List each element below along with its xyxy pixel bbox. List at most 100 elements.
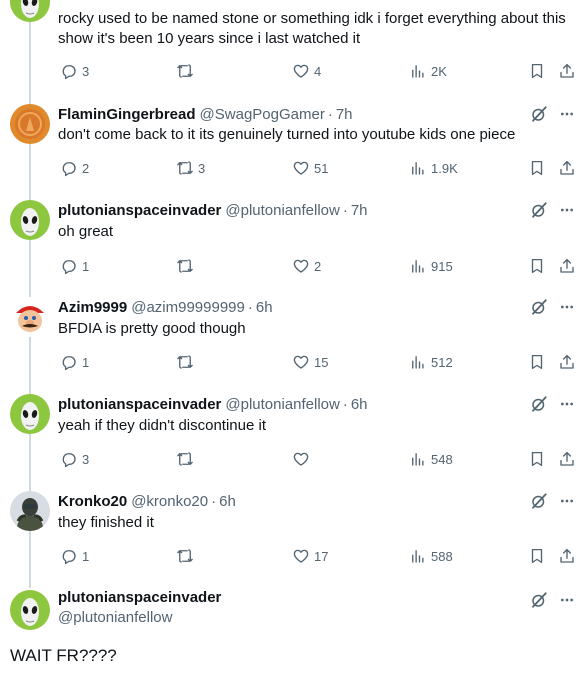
like-button[interactable]: 2 <box>292 256 321 276</box>
mario-avatar[interactable] <box>10 297 50 337</box>
reply-count: 3 <box>82 451 90 467</box>
like-button[interactable] <box>292 449 314 469</box>
bookmark-button[interactable] <box>528 352 546 372</box>
retweet-button[interactable] <box>176 352 198 372</box>
reply-tweet[interactable]: plutonianspaceinvader @plutonianfellow ·… <box>0 200 585 288</box>
bookmark-icon <box>528 257 546 275</box>
alien-avatar[interactable] <box>10 590 50 630</box>
bookmark-button[interactable] <box>528 61 546 81</box>
user-handle[interactable]: @kronko20 <box>131 493 208 510</box>
timestamp[interactable]: 6h <box>351 396 368 413</box>
like-button[interactable]: 17 <box>292 546 328 566</box>
display-name[interactable]: FlaminGingerbread <box>58 106 196 123</box>
reply-icon <box>60 450 78 468</box>
timestamp[interactable]: 7h <box>351 202 368 219</box>
retweet-icon <box>176 257 194 275</box>
reply-icon <box>60 547 78 565</box>
like-icon <box>292 257 310 275</box>
user-handle[interactable]: @azim99999999 <box>131 299 245 316</box>
grok-icon[interactable] <box>530 395 548 413</box>
reply-button[interactable]: 3 <box>60 449 89 469</box>
reply-button[interactable]: 1 <box>60 256 89 276</box>
display-name[interactable]: plutonianspaceinvader <box>58 396 221 413</box>
timestamp[interactable]: 6h <box>219 493 236 510</box>
retweet-button[interactable] <box>176 256 198 276</box>
tweet-text: rocky used to be named stone or somethin… <box>58 10 566 47</box>
display-name[interactable]: plutonianspaceinvader <box>58 588 221 608</box>
grok-icon[interactable] <box>530 201 548 219</box>
tweet-header: Kronko20 @kronko20 · 6h <box>58 492 236 510</box>
display-name[interactable]: plutonianspaceinvader <box>58 202 221 219</box>
view-count: 588 <box>431 548 453 564</box>
views-button[interactable]: 548 <box>409 449 453 469</box>
views-button[interactable]: 588 <box>409 546 453 566</box>
views-button[interactable]: 2K <box>409 61 447 81</box>
retweet-button[interactable] <box>176 449 198 469</box>
like-count: 17 <box>314 548 329 564</box>
reply-button[interactable]: 2 <box>60 158 89 178</box>
alien-avatar[interactable] <box>10 394 50 434</box>
reply-button[interactable]: 3 <box>60 61 89 81</box>
share-button[interactable] <box>558 256 576 276</box>
grok-icon[interactable] <box>530 298 548 316</box>
reply-button[interactable]: 1 <box>60 352 89 372</box>
reply-icon <box>60 353 78 371</box>
views-button[interactable]: 1.9K <box>409 158 458 178</box>
display-name[interactable]: Kronko20 <box>58 493 127 510</box>
display-name[interactable]: Azim9999 <box>58 299 127 316</box>
more-icon[interactable] <box>559 493 575 509</box>
reply-tweet[interactable]: FlaminGingerbread @SwagPogGamer · 7h don… <box>0 104 585 192</box>
retweet-button[interactable] <box>176 546 198 566</box>
share-button[interactable] <box>558 546 576 566</box>
share-button[interactable] <box>558 449 576 469</box>
bookmark-button[interactable] <box>528 449 546 469</box>
share-icon <box>558 257 576 275</box>
retweet-icon <box>176 450 194 468</box>
reply-tweet[interactable]: Azim9999 @azim99999999 · 6h BFDIA is pre… <box>0 297 585 385</box>
grok-icon[interactable] <box>530 591 548 609</box>
more-icon[interactable] <box>559 299 575 315</box>
user-handle[interactable]: @plutonianfellow <box>225 202 339 219</box>
grok-icon[interactable] <box>530 492 548 510</box>
bookmark-button[interactable] <box>528 158 546 178</box>
more-icon[interactable] <box>559 396 575 412</box>
timestamp[interactable]: 6h <box>256 299 273 316</box>
orange-coin-avatar[interactable] <box>10 104 50 144</box>
views-button[interactable]: 915 <box>409 256 453 276</box>
retweet-icon <box>176 159 194 177</box>
alien-avatar[interactable] <box>10 0 50 22</box>
like-button[interactable]: 4 <box>292 61 321 81</box>
grok-icon[interactable] <box>530 105 548 123</box>
timestamp[interactable]: 7h <box>336 106 353 123</box>
share-button[interactable] <box>558 61 576 81</box>
share-button[interactable] <box>558 158 576 178</box>
like-icon <box>292 547 310 565</box>
views-button[interactable]: 512 <box>409 352 453 372</box>
reply-tweet[interactable]: Kronko20 @kronko20 · 6h they finished it… <box>0 491 585 579</box>
tweet-text: yeah if they didn't discontinue it <box>58 417 266 434</box>
retweet-button[interactable]: 3 <box>176 158 205 178</box>
user-handle[interactable]: @plutonianfellow <box>225 396 339 413</box>
user-handle[interactable]: @SwagPogGamer <box>200 106 325 123</box>
like-icon <box>292 450 310 468</box>
like-button[interactable]: 15 <box>292 352 328 372</box>
retweet-icon <box>176 62 194 80</box>
bookmark-button[interactable] <box>528 256 546 276</box>
user-handle[interactable]: @plutonianfellow <box>58 608 172 628</box>
share-button[interactable] <box>558 352 576 372</box>
tweet-header: FlaminGingerbread @SwagPogGamer · 7h <box>58 105 353 123</box>
soldier-avatar[interactable] <box>10 491 50 531</box>
bookmark-button[interactable] <box>528 546 546 566</box>
alien-avatar[interactable] <box>10 200 50 240</box>
more-icon[interactable] <box>559 592 575 608</box>
more-icon[interactable] <box>559 202 575 218</box>
reply-tweet[interactable]: rocky used to be named stone or somethin… <box>0 0 585 96</box>
like-button[interactable]: 51 <box>292 158 328 178</box>
more-icon[interactable] <box>559 106 575 122</box>
reply-tweet[interactable]: plutonianspaceinvader @plutonianfellow ·… <box>0 394 585 482</box>
retweet-button[interactable] <box>176 61 198 81</box>
reply-button[interactable]: 1 <box>60 546 89 566</box>
reply-count: 1 <box>82 258 90 274</box>
bookmark-icon <box>528 62 546 80</box>
share-icon <box>558 159 576 177</box>
